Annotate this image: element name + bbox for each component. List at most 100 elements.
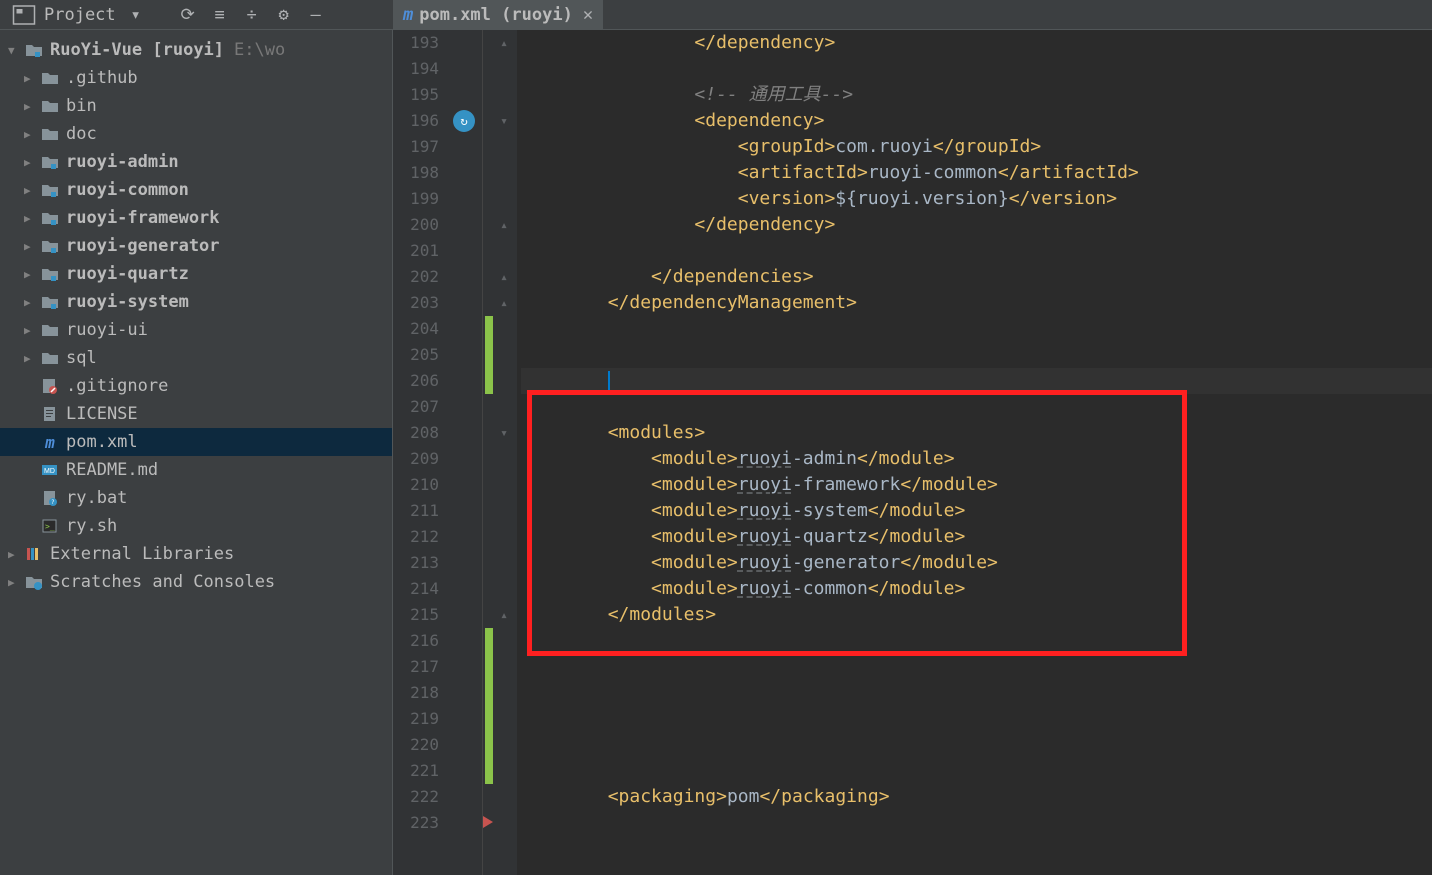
fold-collapse-icon[interactable]: ▾ [497,114,511,128]
code-line[interactable]: <!-- 通用工具--> [521,82,1432,108]
tree-item-ry-bat[interactable]: ?ry.bat [0,484,392,512]
project-view-icon[interactable] [12,3,36,27]
editor-tabbar: m pom.xml (ruoyi) ✕ [393,0,1432,30]
code-line[interactable]: <version>${ruoyi.version}</version> [521,186,1432,212]
tree-item-label: ruoyi-admin [66,152,179,172]
chevron-down-icon[interactable]: ▾ [124,3,148,27]
code-line[interactable]: <groupId>com.ruoyi</groupId> [521,134,1432,160]
vcs-added-marker[interactable] [485,628,493,784]
tree-item--github[interactable]: .github [0,64,392,92]
refresh-icon[interactable]: ⟳ [176,3,200,27]
tree-item-ruoyi-ui[interactable]: ruoyi-ui [0,316,392,344]
line-number-gutter: 1931941951961971981992002012022032042052… [393,30,449,875]
code-line[interactable] [521,810,1432,836]
tree-item-ruoyi-admin[interactable]: ruoyi-admin [0,148,392,176]
code-line[interactable]: </dependencyManagement> [521,290,1432,316]
hide-icon[interactable]: — [304,3,328,27]
tree-item-ruoyi-quartz[interactable]: ruoyi-quartz [0,260,392,288]
chevron-right-icon[interactable] [24,268,40,281]
expand-icon[interactable]: ÷ [240,3,264,27]
chevron-right-icon[interactable] [24,156,40,169]
chevron-right-icon[interactable] [24,184,40,197]
tree-item-pom-xml[interactable]: mpom.xml [0,428,392,456]
vcs-deleted-marker[interactable] [483,816,493,828]
code-line[interactable]: <packaging>pom</packaging> [521,784,1432,810]
code-line[interactable] [521,654,1432,680]
code-line[interactable] [521,706,1432,732]
fold-expand-icon[interactable]: ▴ [497,218,511,232]
code-line[interactable]: <module>ruoyi-admin</module> [521,446,1432,472]
code-line[interactable]: <module>ruoyi-common</module> [521,576,1432,602]
chevron-right-icon[interactable] [24,212,40,225]
tab-pom-xml[interactable]: m pom.xml (ruoyi) ✕ [393,0,603,29]
code-line[interactable]: </modules> [521,602,1432,628]
chevron-right-icon[interactable] [24,128,40,141]
code-line[interactable]: <dependency> [521,108,1432,134]
chevron-right-icon[interactable] [24,352,40,365]
chevron-right-icon[interactable] [24,296,40,309]
tree-item-sql[interactable]: sql [0,344,392,372]
tree-item-bin[interactable]: bin [0,92,392,120]
folder-icon [40,349,60,367]
fold-expand-icon[interactable]: ▴ [497,296,511,310]
tree-root-path: E:\wo [234,40,285,60]
fold-expand-icon[interactable]: ▴ [497,36,511,50]
fold-expand-icon[interactable]: ▴ [497,608,511,622]
tree-item-ruoyi-framework[interactable]: ruoyi-framework [0,204,392,232]
tree-item-doc[interactable]: doc [0,120,392,148]
code-line[interactable]: <module>ruoyi-framework</module> [521,472,1432,498]
settings-icon[interactable]: ⚙ [272,3,296,27]
code-line[interactable] [521,732,1432,758]
code-area[interactable]: </dependency> <!-- 通用工具--> <dependency> … [517,30,1432,875]
scratches-consoles[interactable]: Scratches and Consoles [0,568,392,596]
code-line[interactable] [521,342,1432,368]
tree-item--gitignore[interactable]: .gitignore [0,372,392,400]
tree-item-ry-sh[interactable]: >_ry.sh [0,512,392,540]
code-line[interactable]: <modules> [521,420,1432,446]
code-line[interactable] [521,628,1432,654]
chevron-down-icon[interactable] [8,44,24,57]
code-line[interactable] [521,394,1432,420]
chevron-right-icon[interactable] [24,72,40,85]
code-editor[interactable]: 1931941951961971981992002012022032042052… [393,0,1432,875]
line-number: 208 [393,420,439,446]
tree-item-label: ruoyi-common [66,180,189,200]
project-label[interactable]: Project [44,5,116,25]
tree-item-ruoyi-common[interactable]: ruoyi-common [0,176,392,204]
code-line[interactable] [521,238,1432,264]
gitignore-icon [40,377,60,395]
tree-root[interactable]: RuoYi-Vue [ruoyi] E:\wo [0,36,392,64]
fold-collapse-icon[interactable]: ▾ [497,426,511,440]
code-line[interactable] [521,758,1432,784]
code-line[interactable]: </dependency> [521,30,1432,56]
vcs-added-marker[interactable] [485,316,493,394]
close-icon[interactable]: ✕ [583,5,593,25]
external-libraries[interactable]: External Libraries [0,540,392,568]
code-line[interactable]: <module>ruoyi-system</module> [521,498,1432,524]
maven-update-icon[interactable]: ↻ [453,110,475,132]
code-line[interactable] [521,368,1432,394]
chevron-right-icon[interactable] [8,576,24,589]
code-line[interactable] [521,316,1432,342]
code-line[interactable]: <module>ruoyi-generator</module> [521,550,1432,576]
chevron-right-icon[interactable] [24,240,40,253]
chevron-right-icon[interactable] [8,548,24,561]
tree-item-ruoyi-system[interactable]: ruoyi-system [0,288,392,316]
code-line[interactable] [521,680,1432,706]
project-tree[interactable]: RuoYi-Vue [ruoyi] E:\wo .githubbindoc ruo… [0,30,392,596]
tree-item-LICENSE[interactable]: LICENSE [0,400,392,428]
code-line[interactable]: <artifactId>ruoyi-common</artifactId> [521,160,1432,186]
chevron-right-icon[interactable] [24,100,40,113]
chevron-right-icon[interactable] [24,324,40,337]
fold-expand-icon[interactable]: ▴ [497,270,511,284]
code-line[interactable] [521,56,1432,82]
project-sidebar: RuoYi-Vue [ruoyi] E:\wo .githubbindoc ruo… [0,0,393,875]
code-line[interactable]: </dependency> [521,212,1432,238]
code-line[interactable]: <module>ruoyi-quartz</module> [521,524,1432,550]
tree-item-README-md[interactable]: MDREADME.md [0,456,392,484]
code-line[interactable]: </dependencies> [521,264,1432,290]
tree-item-ruoyi-generator[interactable]: ruoyi-generator [0,232,392,260]
collapse-icon[interactable]: ≡ [208,3,232,27]
tree-item-label: ruoyi-generator [66,236,220,256]
module-icon [40,181,60,199]
